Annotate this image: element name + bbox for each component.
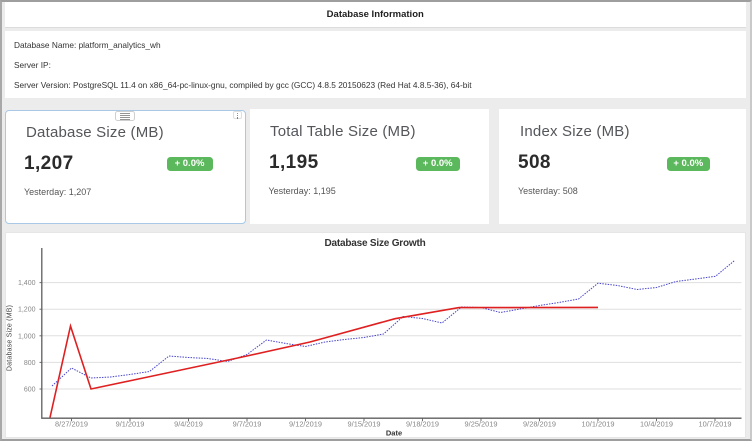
svg-text:9/25/2019: 9/25/2019 [465,420,498,429]
svg-text:Date: Date [386,429,402,438]
svg-text:9/15/2019: 9/15/2019 [348,420,381,429]
svg-text:Database Size (MB): Database Size (MB) [7,305,14,371]
svg-text:10/1/2019: 10/1/2019 [582,420,615,429]
svg-text:800: 800 [24,360,36,367]
svg-text:Database Size Growth: Database Size Growth [324,238,425,249]
svg-text:600: 600 [24,387,36,394]
svg-text:9/1/2019: 9/1/2019 [116,420,145,429]
svg-text:1,000: 1,000 [18,333,36,340]
svg-text:9/12/2019: 9/12/2019 [289,420,322,429]
svg-text:10/4/2019: 10/4/2019 [640,420,673,429]
svg-text:9/7/2019: 9/7/2019 [233,420,262,429]
svg-text:8/27/2019: 8/27/2019 [55,420,88,429]
svg-text:1,400: 1,400 [18,280,36,287]
svg-text:1,200: 1,200 [18,307,36,314]
svg-text:9/18/2019: 9/18/2019 [406,420,439,429]
svg-text:9/4/2019: 9/4/2019 [174,420,203,429]
svg-text:10/7/2019: 10/7/2019 [699,420,732,429]
svg-text:9/28/2019: 9/28/2019 [523,420,556,429]
